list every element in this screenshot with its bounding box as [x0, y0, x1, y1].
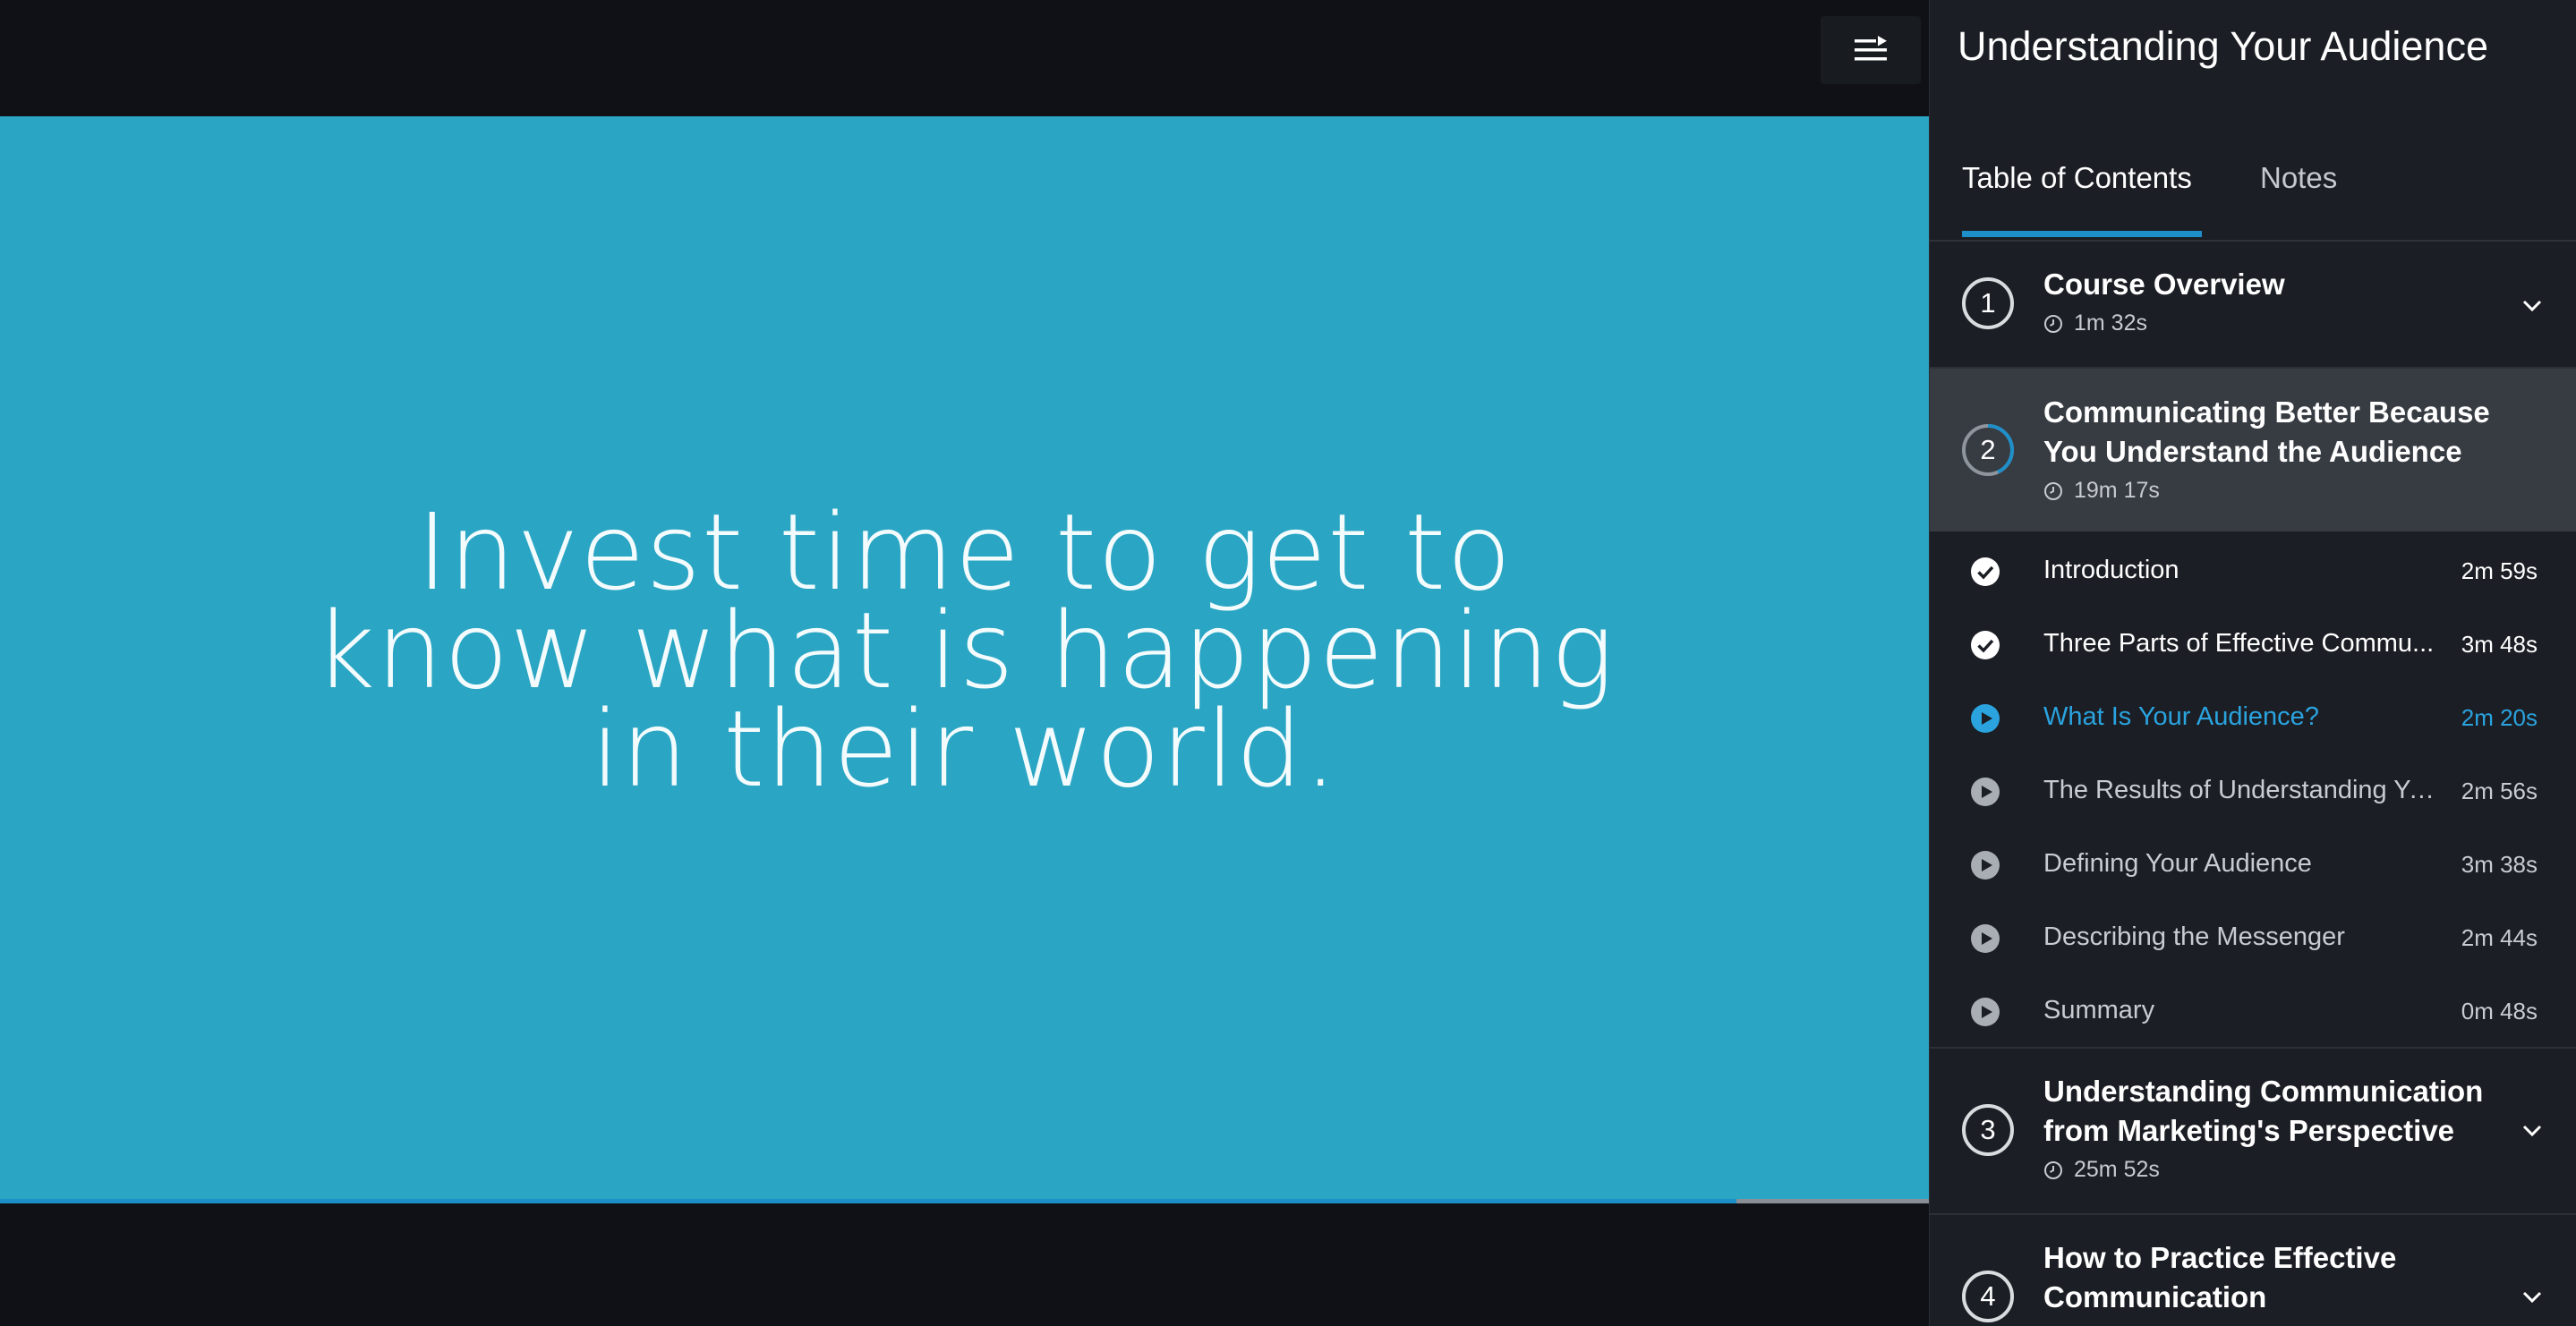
playlist-menu-icon [1855, 36, 1887, 61]
chevron-down-icon[interactable] [2521, 299, 2543, 313]
course-sidebar: Understanding Your Audience Table of Con… [1929, 0, 2576, 1326]
check-circle-icon [1971, 631, 2000, 659]
clock-icon [2044, 481, 2062, 500]
active-tab-indicator [1962, 231, 2202, 237]
chevron-down-icon[interactable] [2521, 1124, 2543, 1138]
clip-duration: 2m 20s [2461, 704, 2538, 731]
clip-item[interactable]: Defining Your Audience 3m 38s [1930, 825, 2576, 898]
module-2[interactable]: 2 Communicating Better Because You Under… [1930, 369, 2576, 531]
clip-item[interactable]: The Results of Understanding Yo... 2m 56… [1930, 752, 2576, 825]
module-duration: 1m 32s [2043, 310, 2147, 336]
chevron-down-icon[interactable] [2521, 1290, 2543, 1305]
clip-title: Defining Your Audience [2043, 849, 2312, 878]
clip-title: Describing the Messenger [2043, 922, 2345, 951]
play-circle-icon [1971, 998, 2000, 1026]
play-circle-icon [1971, 704, 2000, 733]
module-duration: 25m 52s [2043, 1157, 2160, 1183]
play-circle-icon [1971, 851, 2000, 880]
slide-text: Invest time to get to know what is happe… [313, 489, 1616, 811]
clip-title: The Results of Understanding Yo... [2043, 776, 2437, 804]
course-title: Understanding Your Audience [1958, 23, 2488, 69]
module-title: Communicating Better Because You Underst… [2043, 395, 2490, 468]
clock-icon [2044, 1160, 2062, 1179]
toggle-sidebar-button[interactable] [1821, 16, 1921, 84]
clip-title: Summary [2043, 996, 2155, 1024]
clip-title: Introduction [2043, 556, 2179, 584]
player-control-bar [0, 1203, 1929, 1326]
module-number-badge: 3 [1962, 1104, 2014, 1156]
clip-duration: 2m 44s [2461, 924, 2538, 951]
module-duration-text: 1m 32s [2074, 310, 2147, 336]
clip-title: Three Parts of Effective Commu... [2043, 629, 2435, 658]
tab-table-of-contents[interactable]: Table of Contents [1962, 161, 2192, 195]
module-number-badge: 1 [1962, 277, 2014, 329]
clip-duration: 2m 56s [2461, 778, 2538, 804]
tab-notes[interactable]: Notes [2260, 161, 2337, 195]
clip-duration: 0m 48s [2461, 998, 2538, 1024]
clip-duration: 3m 48s [2461, 631, 2538, 658]
module-title: Understanding Communication from Marketi… [2043, 1075, 2484, 1147]
video-player: Invest time to get to know what is happe… [0, 0, 1929, 1326]
video-frame[interactable]: Invest time to get to know what is happe… [0, 116, 1929, 1284]
module-number-badge: 2 [1962, 424, 2014, 476]
play-circle-icon [1971, 778, 2000, 806]
clip-item[interactable]: Three Parts of Effective Commu... 3m 48s [1930, 605, 2576, 678]
check-circle-icon [1971, 557, 2000, 586]
clock-icon [2044, 314, 2062, 333]
clip-item[interactable]: Describing the Messenger 2m 44s [1930, 898, 2576, 972]
module-3[interactable]: 3 Understanding Communication from Marke… [1930, 1049, 2576, 1213]
module-1[interactable]: 1 Course Overview 1m 32s [1930, 243, 2576, 367]
clip-duration: 3m 38s [2461, 851, 2538, 878]
clip-title: What Is Your Audience? [2043, 702, 2319, 731]
clip-item[interactable]: Summary 0m 48s [1930, 972, 2576, 1045]
module-duration: 19m 17s [2043, 478, 2160, 504]
module-title: How to Practice Effective Communication [2043, 1241, 2397, 1313]
clip-duration: 2m 59s [2461, 557, 2538, 584]
module-progress-ring [1987, 424, 2014, 474]
module-number-badge: 4 [1962, 1271, 2014, 1322]
module-duration-text: 25m 52s [2074, 1157, 2160, 1182]
module-4[interactable]: 4 How to Practice Effective Communicatio… [1930, 1215, 2576, 1326]
play-circle-icon [1971, 924, 2000, 953]
module-title: Course Overview [2043, 268, 2285, 301]
sidebar-tabs: Table of Contents Notes [1930, 143, 2576, 242]
module-duration-text: 19m 17s [2074, 478, 2160, 503]
clip-item[interactable]: Introduction 2m 59s [1930, 531, 2576, 605]
clip-item-active[interactable]: What Is Your Audience? 2m 20s [1930, 678, 2576, 752]
